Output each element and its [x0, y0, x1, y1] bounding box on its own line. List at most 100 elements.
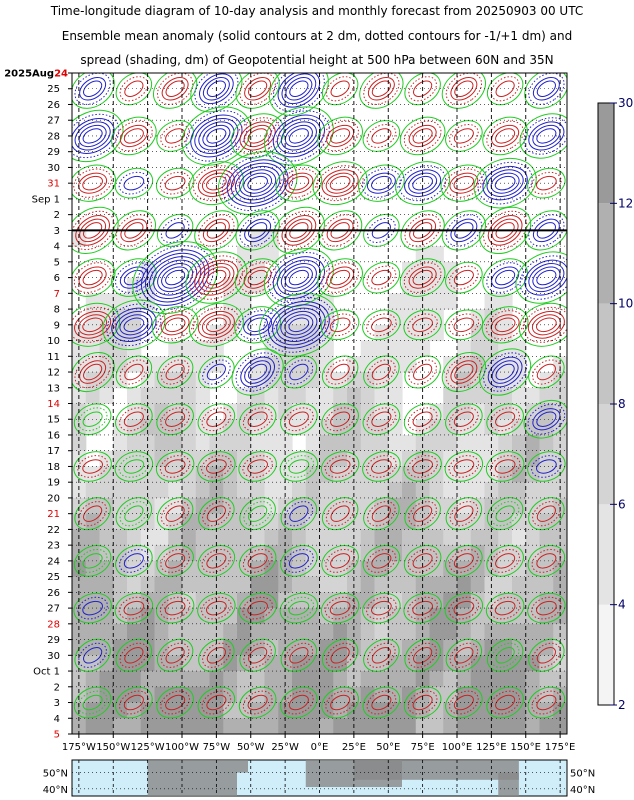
spread-cell	[195, 529, 211, 546]
spread-cell	[195, 482, 211, 499]
date-tick-label: 22	[47, 525, 60, 536]
spread-cell	[388, 482, 403, 499]
spread-cell	[264, 230, 279, 247]
spread-cell	[443, 497, 458, 515]
date-tick-label: 3	[54, 226, 60, 237]
spread-cell	[99, 529, 114, 546]
time-longitude-chart: 2025Aug2425262728293031Sep 1234567891011…	[4, 69, 633, 797]
spread-cell	[429, 277, 444, 294]
land-mass	[147, 760, 237, 796]
spread-cell	[250, 702, 266, 719]
date-axis: 2025Aug2425262728293031Sep 1234567891011…	[4, 69, 72, 741]
spread-cell	[182, 372, 197, 389]
spread-cell	[113, 671, 128, 688]
spread-cell	[127, 560, 142, 578]
spread-cell	[182, 623, 197, 641]
spread-cell	[374, 482, 389, 499]
spread-cell	[99, 513, 114, 531]
spread-cell	[333, 718, 348, 734]
spread-cell	[457, 466, 472, 483]
spread-cell	[319, 529, 334, 546]
spread-cell	[443, 718, 458, 734]
spread-cell	[195, 639, 211, 656]
spread-cell	[113, 576, 128, 593]
spread-cell	[237, 497, 252, 515]
spread-cell	[333, 560, 348, 578]
spread-cell	[223, 718, 238, 734]
spread-cell	[429, 482, 444, 499]
spread-cell	[154, 576, 169, 593]
spread-cell	[237, 623, 252, 641]
spread-cell	[85, 608, 101, 625]
spread-cell	[374, 419, 389, 436]
spread-cell	[168, 718, 183, 734]
spread-cell	[539, 671, 554, 688]
date-tick-label: 27	[47, 116, 60, 127]
spread-cell	[374, 702, 389, 719]
spread-cell	[402, 639, 417, 656]
spread-cell	[292, 576, 307, 593]
spread-cell	[333, 434, 348, 452]
spread-cell	[512, 434, 527, 452]
spread-cell	[319, 387, 334, 405]
spread-cell	[223, 419, 238, 436]
spread-cell	[388, 702, 403, 719]
date-tick-label: 4	[54, 714, 60, 725]
colorbar-tick-label: 2	[618, 698, 626, 712]
spread-cell	[99, 718, 114, 734]
spread-cell	[292, 419, 307, 436]
spread-cell	[333, 419, 348, 436]
spread-cell	[539, 387, 554, 405]
spread-cell	[99, 372, 114, 389]
spread-cell	[443, 356, 458, 373]
spread-cell	[360, 671, 376, 688]
spread-cell	[498, 671, 513, 688]
spread-cell	[429, 419, 444, 436]
spread-cell	[374, 434, 389, 452]
spread-cell	[223, 529, 238, 546]
spread-cell	[264, 718, 279, 734]
spread-cell	[292, 608, 307, 625]
spread-cell	[127, 623, 142, 641]
spread-cell	[319, 576, 334, 593]
spread-cell	[99, 482, 114, 499]
spread-cell	[305, 419, 321, 436]
spread-cell	[250, 434, 266, 452]
spread-cell	[250, 718, 266, 734]
spread-cell	[470, 671, 486, 688]
longitude-tick-label: 50°W	[237, 742, 265, 753]
spread-cell	[443, 529, 458, 546]
spread-cell	[333, 466, 348, 483]
spread-cell	[402, 340, 417, 357]
spread-cell	[319, 482, 334, 499]
spread-cell	[223, 576, 238, 593]
spread-cell	[85, 419, 101, 436]
spread-cell	[498, 623, 513, 641]
spread-cell	[250, 608, 266, 625]
spread-cell	[113, 639, 128, 656]
spread-cell	[168, 671, 183, 688]
spread-cell	[292, 560, 307, 578]
spread-cell	[429, 246, 444, 263]
spread-cell	[525, 529, 541, 546]
spread-cell	[237, 529, 252, 546]
spread-cell	[388, 513, 403, 531]
spread-cell	[539, 529, 554, 546]
spread-cell	[292, 718, 307, 734]
spread-cell	[85, 702, 101, 719]
longitude-tick-label: 100°W	[165, 742, 199, 753]
spread-cell	[319, 497, 334, 515]
spread-cell	[402, 718, 417, 734]
spread-cell	[388, 560, 403, 578]
spread-cell	[457, 529, 472, 546]
spread-cell	[168, 623, 183, 641]
spread-cell	[223, 560, 238, 578]
spread-cell	[305, 482, 321, 499]
spread-cell	[498, 560, 513, 578]
spread-cell	[168, 529, 183, 546]
spread-cell	[498, 576, 513, 593]
spread-cell	[429, 671, 444, 688]
spread-cell	[264, 434, 279, 452]
spread-cell	[443, 434, 458, 452]
colorbar-segment	[598, 203, 614, 304]
